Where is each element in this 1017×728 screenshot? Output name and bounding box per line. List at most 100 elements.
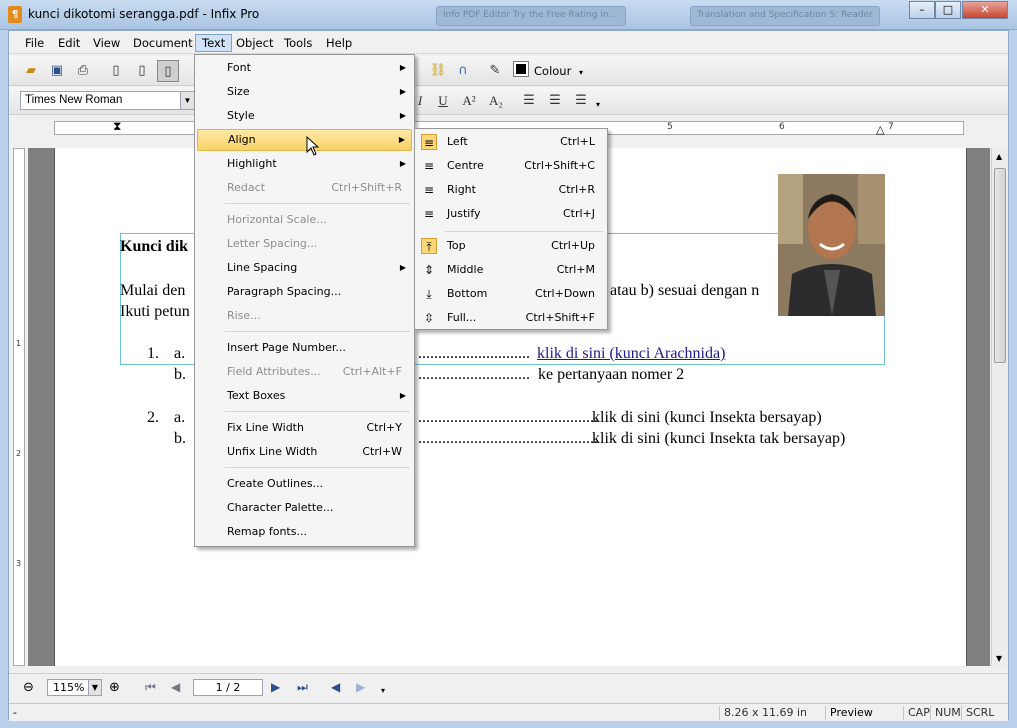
main-toolbar: ▰ ▣ ⎙ ▯ ▯ ▯ ⛓ ∩ ✎ Colour ▾ — [9, 56, 1008, 86]
menu-item-label: Character Palette... — [227, 501, 334, 514]
document-text[interactable]: Ikuti petun — [120, 303, 190, 321]
open-icon[interactable]: ▰ — [20, 60, 42, 82]
menu-item-letter-spacing[interactable]: Letter Spacing... — [197, 233, 412, 255]
colour-swatch[interactable] — [513, 61, 529, 77]
menu-item-label: Paragraph Spacing... — [227, 285, 342, 298]
align-dropdown-icon[interactable]: ▾ — [596, 100, 600, 109]
next-page-icon[interactable]: ▶ — [271, 680, 280, 694]
magnet-icon[interactable]: ∩ — [452, 60, 474, 82]
menu-item-unfix-line-width[interactable]: Unfix Line Width Ctrl+W — [197, 441, 412, 463]
close-button[interactable]: ✕ — [962, 1, 1008, 19]
submenu-arrow-icon: ▶ — [399, 63, 406, 72]
page-number-field[interactable]: 1 / 2 — [193, 679, 263, 696]
menu-item-create-outlines[interactable]: Create Outlines... — [197, 473, 412, 495]
menu-item-horizontal-scale[interactable]: Horizontal Scale... — [197, 209, 412, 231]
last-page-icon[interactable]: ⏭ — [297, 680, 308, 695]
menu-item-size[interactable]: Size ▶ — [197, 81, 412, 103]
menu-item-align-justify[interactable]: ≡ Justify Ctrl+J — [417, 203, 605, 225]
menu-item-align-middle[interactable]: ⇕ Middle Ctrl+M — [417, 259, 605, 281]
link-tool-icon[interactable]: ⛓ — [427, 60, 449, 82]
single-page-icon[interactable]: ▯ — [105, 60, 127, 82]
page-view-icon[interactable]: ▯ — [157, 60, 179, 82]
document-text[interactable]: ke pertanyaan nomer 2 — [538, 366, 684, 384]
menu-item-rise[interactable]: Rise... — [197, 305, 412, 327]
menu-item-align-centre[interactable]: ≡ Centre Ctrl+Shift+C — [417, 155, 605, 177]
portrait-photo[interactable] — [778, 174, 885, 316]
underline-icon[interactable]: U — [432, 90, 454, 112]
menu-item-line-spacing[interactable]: Line Spacing ▶ — [197, 257, 412, 279]
facing-page-icon[interactable]: ▯ — [131, 60, 153, 82]
align-full-icon: ⇳ — [423, 311, 435, 325]
subscript-icon[interactable]: A₂ — [485, 90, 507, 112]
eyedropper-icon[interactable]: ✎ — [484, 60, 506, 82]
menu-item-align-top[interactable]: ⤒ Top Ctrl+Up — [417, 235, 605, 257]
menu-separator — [225, 331, 410, 332]
menu-item-label: Create Outlines... — [227, 477, 324, 490]
document-text[interactable]: klik di sini (kunci Insekta tak bersayap… — [592, 430, 845, 448]
background-window-tab[interactable]: Info PDF Editor Try the Free Rating in..… — [436, 6, 626, 26]
menu-item-align-bottom[interactable]: ⤓ Bottom Ctrl+Down — [417, 283, 605, 305]
zoom-select[interactable]: 115% ▼ — [47, 679, 102, 696]
menu-item-align-full[interactable]: ⇳ Full... Ctrl+Shift+F — [417, 307, 605, 329]
menu-item-align[interactable]: Align ▶ — [197, 129, 412, 151]
menu-item-redact[interactable]: Redact Ctrl+Shift+R — [197, 177, 412, 199]
scroll-up-icon[interactable]: ▲ — [996, 152, 1002, 161]
zoom-in-icon[interactable]: ⊕ — [109, 680, 120, 695]
menu-item-remap-fonts[interactable]: Remap fonts... — [197, 521, 412, 543]
menu-file[interactable]: File — [19, 34, 50, 52]
scroll-down-icon[interactable]: ▼ — [996, 654, 1002, 663]
forward-icon[interactable]: ▶ — [356, 680, 365, 694]
menu-view[interactable]: View — [87, 34, 126, 52]
menu-item-field-attributes[interactable]: Field Attributes... Ctrl+Alt+F — [197, 361, 412, 383]
menu-edit[interactable]: Edit — [52, 34, 86, 52]
submenu-arrow-icon: ▶ — [399, 391, 406, 400]
menu-help[interactable]: Help — [320, 34, 358, 52]
menu-text[interactable]: Text — [195, 34, 233, 52]
arachnida-link[interactable]: klik di sini (kunci Arachnida) — [537, 345, 725, 363]
align-justify-toolbar-icon[interactable]: ☰ — [570, 90, 592, 112]
menu-item-style[interactable]: Style ▶ — [197, 105, 412, 127]
document-text[interactable]: klik di sini (kunci Insekta bersayap) — [592, 409, 822, 427]
document-text[interactable]: atau b) sesuai dengan n — [610, 282, 759, 300]
align-submenu: ≡ Left Ctrl+L ≡ Centre Ctrl+Shift+C ≡ Right Ct… — [414, 128, 608, 330]
menu-item-highlight[interactable]: Highlight ▶ — [197, 153, 412, 175]
nav-dropdown-icon[interactable]: ▾ — [381, 686, 385, 695]
colour-label[interactable]: Colour — [534, 64, 571, 78]
menu-separator — [445, 231, 603, 232]
menu-bar: File Edit View Document Text Object Tool… — [9, 32, 1008, 54]
menu-item-align-right[interactable]: ≡ Right Ctrl+R — [417, 179, 605, 201]
scrollbar-thumb[interactable] — [994, 168, 1006, 363]
first-page-icon[interactable]: ⏮ — [145, 680, 156, 695]
colour-dropdown-icon[interactable]: ▾ — [579, 68, 583, 77]
document-heading[interactable]: Kunci dik — [120, 238, 188, 256]
menu-item-font[interactable]: Font ▶ — [197, 57, 412, 79]
menu-item-shortcut: Ctrl+Shift+F — [525, 311, 595, 324]
menu-item-shortcut: Ctrl+Alt+F — [342, 365, 402, 378]
align-left-toolbar-icon[interactable]: ☰ — [518, 90, 540, 112]
menu-tools[interactable]: Tools — [278, 34, 318, 52]
list-label: b. — [174, 430, 186, 447]
minimize-button[interactable]: – — [909, 1, 935, 19]
indent-marker-icon[interactable]: ⧗ — [113, 119, 121, 134]
superscript-icon[interactable]: A² — [458, 90, 480, 112]
background-window-tab[interactable]: Translation and Specification S: Reader — [690, 6, 880, 26]
menu-document[interactable]: Document — [127, 34, 199, 52]
save-icon[interactable]: ▣ — [46, 60, 68, 82]
font-select[interactable]: Times New Roman ▼ — [20, 91, 195, 110]
menu-object[interactable]: Object — [230, 34, 279, 52]
menu-item-paragraph-spacing[interactable]: Paragraph Spacing... — [197, 281, 412, 303]
vertical-scrollbar[interactable]: ▲ ▼ — [991, 148, 1008, 666]
menu-item-fix-line-width[interactable]: Fix Line Width Ctrl+Y — [197, 417, 412, 439]
menu-item-text-boxes[interactable]: Text Boxes ▶ — [197, 385, 412, 407]
right-margin-marker-icon[interactable]: △ — [876, 123, 884, 136]
align-centre-toolbar-icon[interactable]: ☰ — [544, 90, 566, 112]
print-icon[interactable]: ⎙ — [72, 60, 94, 82]
document-text[interactable]: Mulai den — [120, 282, 185, 300]
menu-item-character-palette[interactable]: Character Palette... — [197, 497, 412, 519]
previous-page-icon[interactable]: ◀ — [171, 680, 180, 694]
zoom-out-icon[interactable]: ⊖ — [23, 680, 34, 695]
back-icon[interactable]: ◀ — [331, 680, 340, 694]
menu-item-insert-page-number[interactable]: Insert Page Number... — [197, 337, 412, 359]
maximize-button[interactable]: □ — [935, 1, 961, 19]
menu-item-align-left[interactable]: ≡ Left Ctrl+L — [417, 131, 605, 153]
